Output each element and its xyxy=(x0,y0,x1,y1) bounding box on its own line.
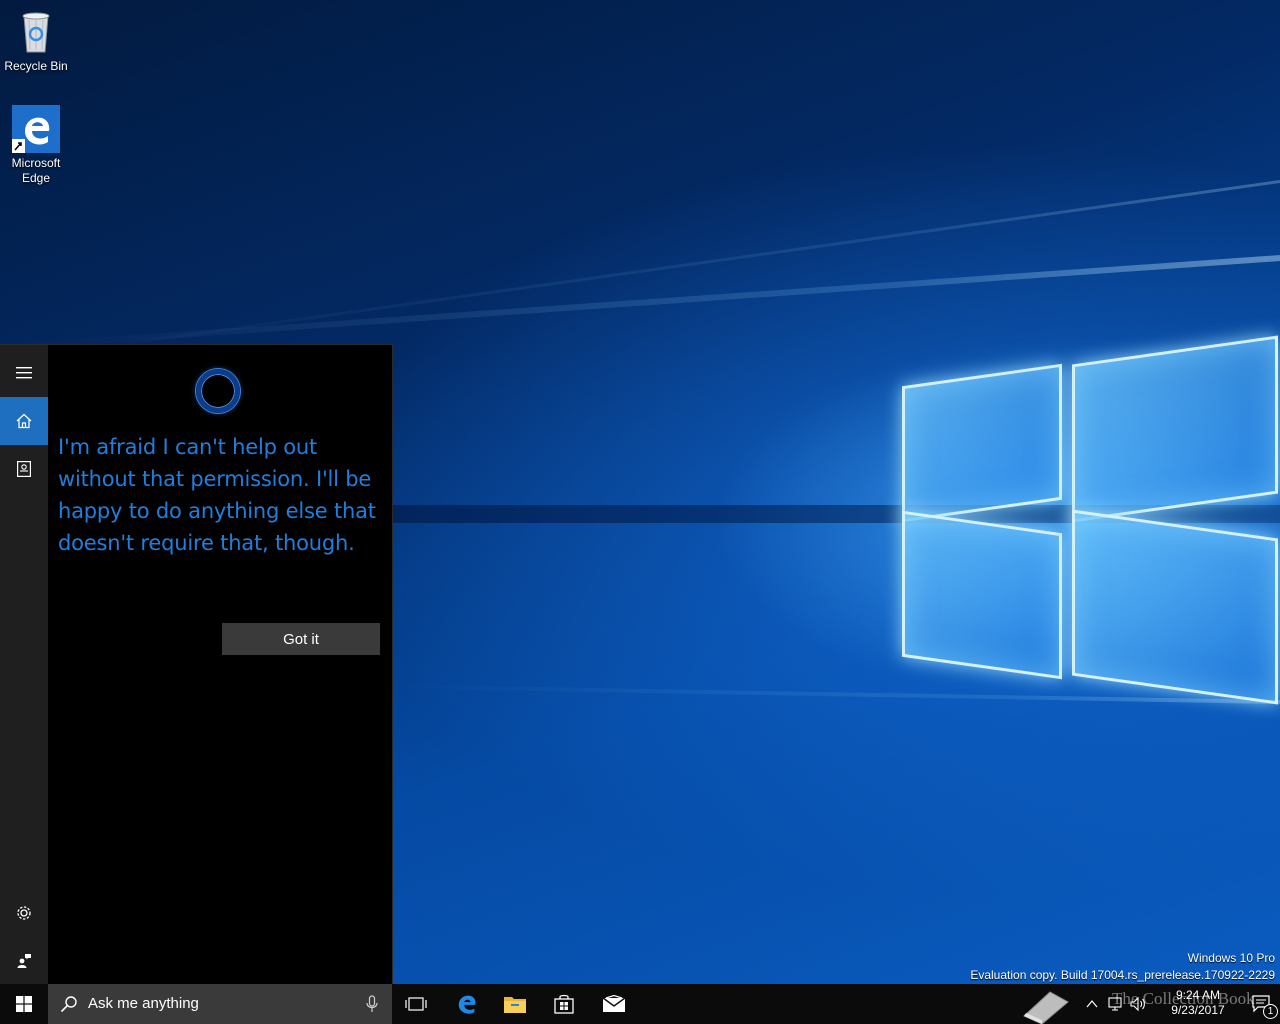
taskbar: Ask me anything The Collection Book 9:24… xyxy=(0,984,1280,1024)
build-text: Evaluation copy. Build 17004.rs_prerelea… xyxy=(970,968,1275,982)
hamburger-menu-icon xyxy=(16,367,32,379)
logo-pane xyxy=(1072,509,1278,705)
taskbar-edge-button[interactable] xyxy=(443,984,491,1024)
store-button[interactable] xyxy=(540,984,588,1024)
got-it-button[interactable]: Got it xyxy=(222,623,380,655)
search-input[interactable]: Ask me anything xyxy=(88,984,348,1024)
search-icon xyxy=(60,996,77,1013)
gear-icon xyxy=(17,906,31,920)
file-explorer-button[interactable] xyxy=(491,984,539,1024)
book-overlay-icon xyxy=(1023,991,1069,1024)
windows-start-icon xyxy=(16,996,32,1012)
notebook-icon xyxy=(17,461,31,477)
cortana-icon xyxy=(196,369,240,413)
start-button[interactable] xyxy=(0,984,48,1024)
file-explorer-icon xyxy=(504,997,526,1013)
home-button[interactable] xyxy=(0,397,48,445)
mail-icon xyxy=(602,995,626,1012)
feedback-icon xyxy=(17,954,31,968)
menu-button[interactable] xyxy=(0,349,48,397)
task-view-button[interactable] xyxy=(392,984,440,1024)
mail-button[interactable] xyxy=(590,984,638,1024)
logo-pane xyxy=(902,363,1062,523)
cortana-nav-rail xyxy=(0,345,48,985)
home-icon xyxy=(16,413,32,429)
system-tray: The Collection Book 9:24 AM 9/23/2017 1 xyxy=(1020,984,1280,1024)
cortana-search-box[interactable]: Ask me anything xyxy=(48,984,392,1024)
cortana-message: I'm afraid I can't help out without that… xyxy=(58,435,376,555)
logo-pane xyxy=(1072,335,1278,523)
desktop-icon-label: Recycle Bin xyxy=(4,59,68,73)
task-view-icon xyxy=(405,997,427,1011)
settings-button[interactable] xyxy=(0,889,48,937)
desktop-icon-microsoft-edge[interactable]: Microsoft Edge xyxy=(0,105,72,186)
feedback-button[interactable] xyxy=(0,937,48,985)
microphone-icon[interactable] xyxy=(366,995,378,1013)
logo-pane xyxy=(902,510,1062,680)
edge-icon xyxy=(12,105,60,153)
clock[interactable]: 9:24 AM 9/23/2017 xyxy=(1150,988,1246,1018)
recycle-bin-icon xyxy=(12,8,60,56)
network-icon[interactable] xyxy=(1108,996,1124,1012)
clock-date: 9/23/2017 xyxy=(1171,1003,1225,1017)
desktop-icon-label: Microsoft Edge xyxy=(11,156,61,185)
cortana-panel: I'm afraid I can't help out without that… xyxy=(0,344,393,985)
edge-icon xyxy=(458,995,476,1014)
notebook-button[interactable] xyxy=(0,445,48,493)
clock-time: 9:24 AM xyxy=(1175,988,1221,1002)
chevron-up-icon[interactable] xyxy=(1086,1000,1098,1008)
action-center-button[interactable]: 1 xyxy=(1246,984,1280,1024)
volume-icon[interactable] xyxy=(1130,996,1146,1012)
store-icon xyxy=(554,994,574,1014)
windows-logo-wallpaper xyxy=(900,330,1278,705)
desktop-icon-recycle-bin[interactable]: Recycle Bin xyxy=(0,8,72,74)
windows-watermark: Windows 10 Pro Evaluation copy. Build 17… xyxy=(970,950,1275,984)
edition-text: Windows 10 Pro xyxy=(1187,951,1275,965)
notification-badge: 1 xyxy=(1263,1004,1278,1019)
